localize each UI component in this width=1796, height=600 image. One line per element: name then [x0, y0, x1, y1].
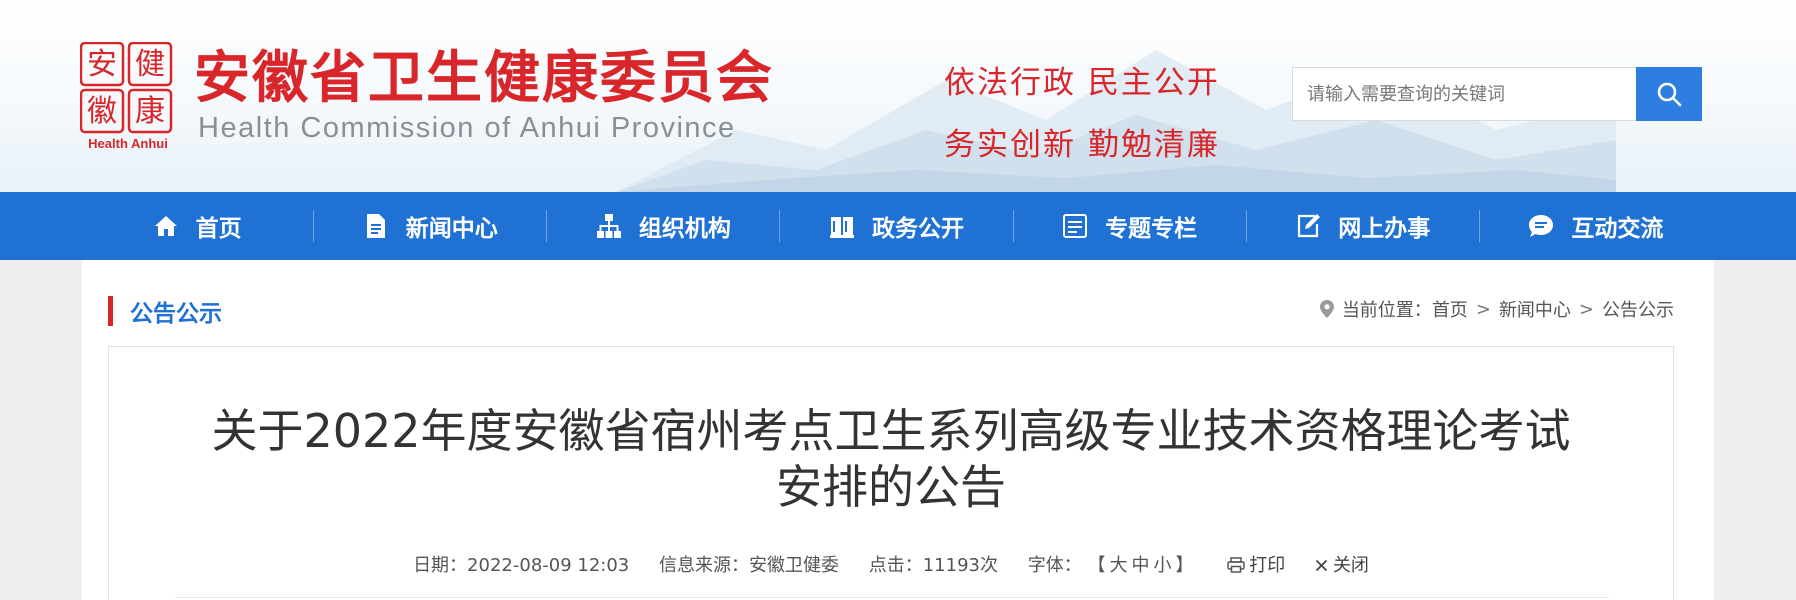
site-header: 安 健 徽 康 Health Anhui 安徽省卫生健康委员会 Health C…	[0, 0, 1796, 192]
edit-icon	[1294, 212, 1322, 240]
font-size-large[interactable]: 大	[1109, 555, 1131, 576]
article-meta: 日期：2022-08-09 12:03 信息来源：安徽卫健委 点击：11193次…	[109, 551, 1673, 577]
close-icon	[1315, 559, 1328, 572]
nav-item-topics[interactable]: 专题专栏	[1012, 192, 1246, 260]
breadcrumb-home[interactable]: 首页	[1432, 296, 1468, 322]
nav-label: 新闻中心	[405, 216, 498, 242]
article-clicks: 点击：11193次	[868, 555, 998, 576]
logo-tagline: Health Anhui	[88, 136, 168, 151]
print-label: 打印	[1249, 555, 1286, 576]
site-subtitle: Health Commission of Anhui Province	[198, 112, 736, 144]
font-size-small[interactable]: 小	[1153, 555, 1175, 576]
nav-item-news[interactable]: 新闻中心	[313, 192, 546, 260]
article-title-line-1: 关于2022年度安徽省宿州考点卫生系列高级专业技术资格理论考试	[211, 404, 1571, 458]
book-icon	[828, 212, 856, 240]
close-label: 关闭	[1332, 555, 1369, 576]
main-nav: 首页 新闻中心 组织机构 政务公开 专题专栏 网上办事 互动交流	[0, 192, 1796, 260]
svg-text:康: 康	[135, 94, 165, 129]
nav-label: 组织机构	[638, 216, 731, 242]
breadcrumb-separator: >	[1475, 298, 1491, 320]
org-chart-icon	[595, 212, 623, 240]
nav-label: 首页	[195, 216, 242, 242]
svg-text:徽: 徽	[87, 94, 117, 129]
close-button[interactable]: 关闭	[1315, 555, 1369, 576]
list-icon	[1061, 212, 1089, 240]
article-source: 信息来源：安徽卫健委	[659, 555, 839, 576]
article-card: 关于2022年度安徽省宿州考点卫生系列高级专业技术资格理论考试 安排的公告 日期…	[108, 346, 1674, 600]
slogan: 依法行政 民主公开 务实创新 勤勉清廉	[944, 52, 1220, 176]
breadcrumb-separator: >	[1578, 298, 1594, 320]
search-box	[1292, 67, 1702, 121]
search-button[interactable]	[1636, 67, 1702, 121]
font-bracket-open: 【	[1087, 555, 1110, 576]
svg-text:安: 安	[87, 47, 117, 82]
nav-label: 网上办事	[1338, 216, 1431, 242]
home-icon	[152, 212, 180, 240]
nav-label: 专题专栏	[1105, 216, 1198, 242]
font-size-control: 字体： 【大中小】	[1028, 555, 1203, 576]
search-icon	[1657, 82, 1682, 107]
site-title[interactable]: 安徽省卫生健康委员会	[194, 46, 774, 110]
nav-label: 互动交流	[1571, 216, 1664, 242]
article-title-line-2: 安排的公告	[776, 460, 1006, 514]
breadcrumb-news[interactable]: 新闻中心	[1499, 296, 1571, 322]
nav-item-affairs[interactable]: 政务公开	[779, 192, 1012, 260]
printer-icon	[1227, 557, 1245, 573]
section-marker	[108, 296, 113, 326]
chat-icon	[1527, 212, 1555, 240]
font-size-label: 字体：	[1027, 555, 1082, 576]
document-icon	[362, 212, 390, 240]
breadcrumb-current[interactable]: 公告公示	[1602, 296, 1674, 322]
breadcrumb: 当前位置： 首页 > 新闻中心 > 公告公示	[1319, 296, 1674, 322]
svg-text:健: 健	[135, 47, 165, 82]
print-button[interactable]: 打印	[1227, 555, 1291, 576]
nav-item-online[interactable]: 网上办事	[1245, 192, 1479, 260]
article-date: 日期：2022-08-09 12:03	[413, 555, 630, 576]
location-pin-icon	[1319, 300, 1334, 318]
meta-divider	[175, 597, 1609, 598]
font-size-medium[interactable]: 中	[1131, 555, 1153, 576]
slogan-line-1: 依法行政 民主公开	[944, 65, 1220, 101]
search-input[interactable]	[1292, 67, 1637, 121]
nav-label: 政务公开	[871, 216, 964, 242]
article-title: 关于2022年度安徽省宿州考点卫生系列高级专业技术资格理论考试 安排的公告	[109, 403, 1673, 515]
logo-seal[interactable]: 安 健 徽 康	[80, 42, 174, 134]
slogan-line-2: 务实创新 勤勉清廉	[944, 127, 1220, 163]
nav-item-org[interactable]: 组织机构	[546, 192, 779, 260]
section-title: 公告公示	[130, 301, 222, 327]
font-bracket-close: 】	[1175, 555, 1198, 576]
breadcrumb-prefix: 当前位置：	[1341, 300, 1432, 321]
nav-item-home[interactable]: 首页	[80, 192, 313, 260]
nav-item-interact[interactable]: 互动交流	[1478, 192, 1712, 260]
